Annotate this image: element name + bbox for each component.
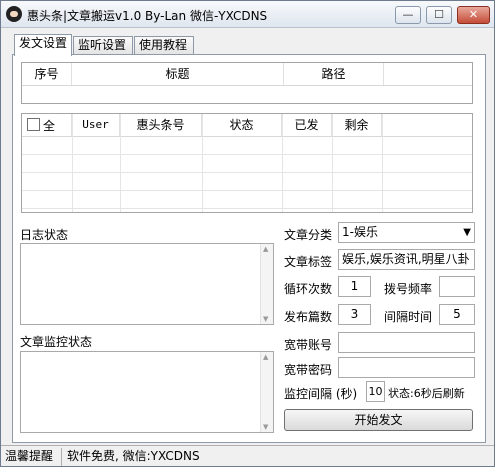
tab-publish-settings[interactable]: 发文设置 — [14, 34, 72, 56]
broadband-account-input[interactable] — [338, 332, 475, 353]
close-button[interactable]: ✕ — [457, 6, 490, 24]
broadband-account-label: 宽带账号 — [284, 338, 333, 352]
account-table[interactable]: 全 User 惠头条号 状态 已发 剩余 — [21, 113, 473, 213]
interval-label: 间隔时间 — [384, 310, 433, 324]
status-reminder: 温馨提醒 — [5, 449, 54, 463]
window-title: 惠头条|文章搬运v1.0 By-Lan 微信-YXCDNS — [27, 9, 268, 23]
tags-label: 文章标签 — [284, 255, 333, 269]
column-header-status[interactable]: 状态 — [202, 114, 282, 136]
broadband-password-input[interactable] — [338, 357, 475, 378]
column-header-sent[interactable]: 已发 — [282, 114, 332, 136]
log-scrollbar[interactable] — [260, 244, 273, 324]
dial-frequency-input[interactable] — [439, 276, 475, 297]
tab-monitor-settings[interactable]: 监听设置 — [73, 36, 133, 55]
column-header-user[interactable]: User — [72, 114, 120, 136]
start-publish-button[interactable]: 开始发文 — [284, 409, 473, 431]
interval-input[interactable]: 5 — [439, 304, 475, 325]
category-value: 1-娱乐 — [342, 225, 378, 239]
tags-input[interactable]: 娱乐,娱乐资讯,明星八卦 — [338, 249, 475, 270]
column-header-account[interactable]: 惠头条号 — [120, 114, 202, 136]
monitor-label: 文章监控状态 — [20, 335, 93, 349]
broadband-password-label: 宽带密码 — [284, 363, 333, 377]
monitor-scrollbar[interactable] — [260, 352, 273, 432]
loop-count-input[interactable]: 1 — [338, 276, 371, 297]
minimize-button[interactable]: — — [395, 6, 421, 24]
loop-count-label: 循环次数 — [284, 282, 333, 296]
log-label: 日志状态 — [20, 228, 69, 242]
column-header-path[interactable]: 路径 — [284, 63, 384, 85]
status-divider — [61, 448, 62, 466]
status-free-notice: 软件免费, 微信:YXCDNS — [67, 449, 200, 463]
maximize-button[interactable]: ☐ — [426, 6, 452, 24]
app-avatar-icon — [6, 6, 22, 22]
publish-settings-panel: 序号 标题 路径 全 User 惠头条号 状态 已发 剩余 日志状态 ▲ ▼ 文… — [12, 54, 486, 443]
monitor-status-text: 状态:6秒后刷新 — [388, 387, 465, 400]
main-window: 惠头条|文章搬运v1.0 By-Lan 微信-YXCDNS — ☐ ✕ 发文设置… — [0, 0, 495, 467]
monitor-textarea[interactable] — [20, 351, 274, 433]
publish-count-input[interactable]: 3 — [338, 304, 371, 325]
publish-count-label: 发布篇数 — [284, 310, 333, 324]
chevron-down-icon: ▼ — [463, 227, 471, 238]
category-select[interactable]: 1-娱乐 ▼ — [338, 222, 475, 243]
article-table[interactable]: 序号 标题 路径 — [21, 62, 473, 104]
monitor-interval-label: 监控间隔 (秒) — [284, 387, 358, 401]
tab-tutorial[interactable]: 使用教程 — [134, 36, 194, 55]
status-bar: 温馨提醒 软件免费, 微信:YXCDNS — [1, 445, 494, 466]
column-header-title[interactable]: 标题 — [72, 63, 284, 85]
category-label: 文章分类 — [284, 228, 333, 242]
column-header-index[interactable]: 序号 — [22, 63, 72, 85]
dial-frequency-label: 拨号频率 — [384, 282, 433, 296]
column-header-remaining[interactable]: 剩余 — [332, 114, 382, 136]
title-bar: 惠头条|文章搬运v1.0 By-Lan 微信-YXCDNS — ☐ ✕ — [1, 1, 494, 28]
monitor-interval-input[interactable]: 10 — [366, 381, 385, 402]
log-textarea[interactable] — [20, 243, 274, 325]
